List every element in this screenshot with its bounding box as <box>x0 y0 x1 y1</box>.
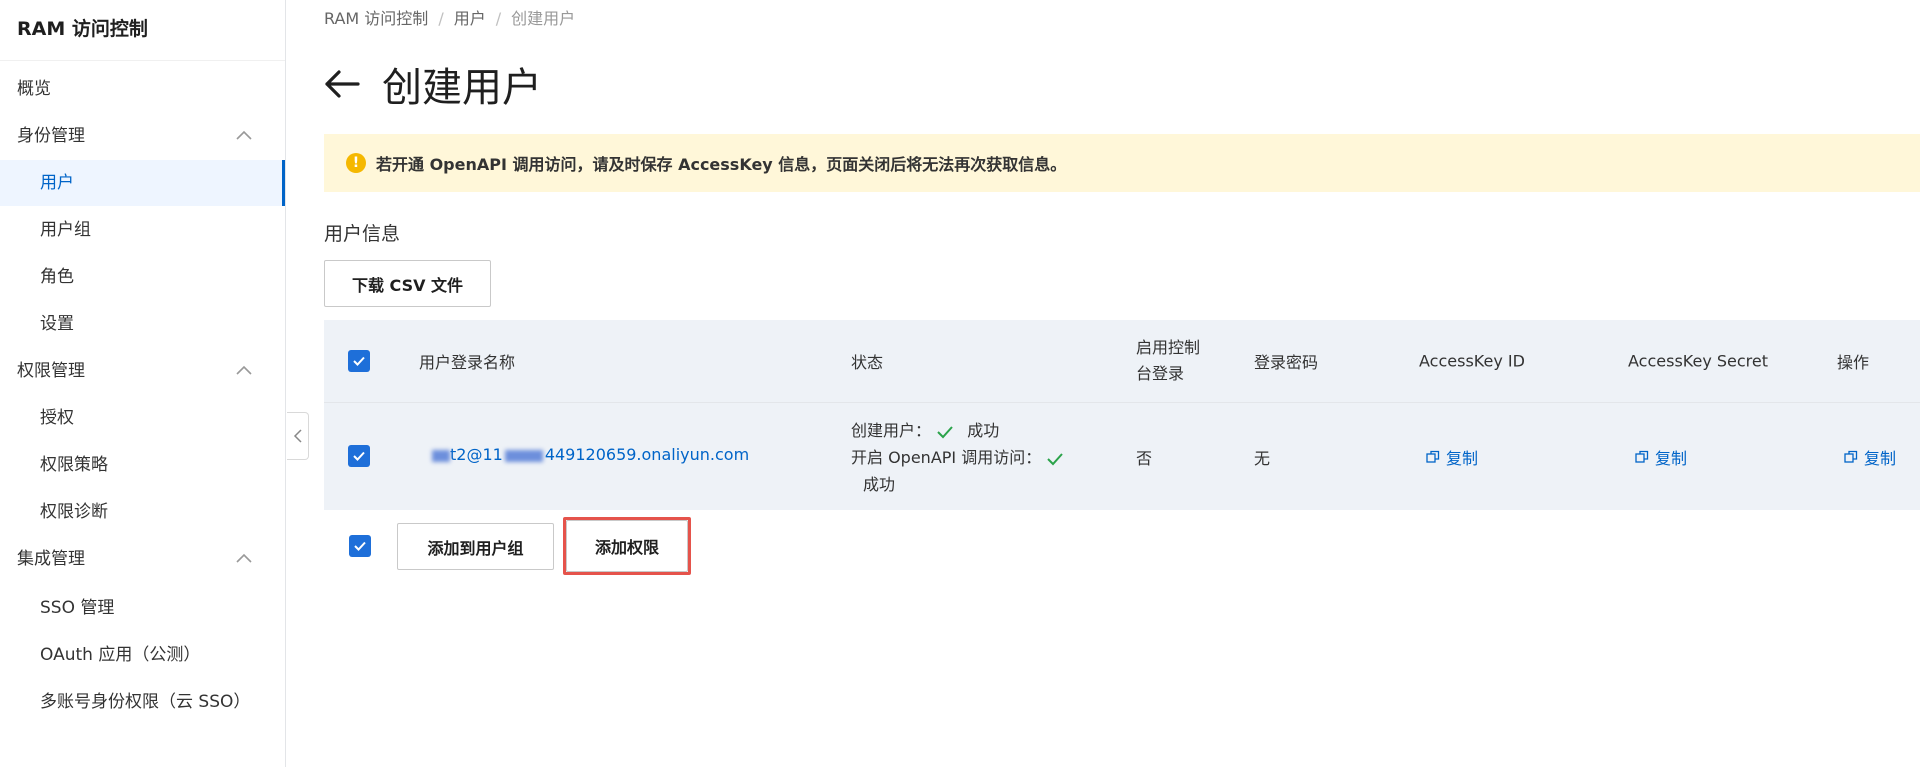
sidebar-group-permissions[interactable]: 权限管理 <box>0 348 285 394</box>
header-login-name: 用户登录名称 <box>419 353 516 372</box>
notice-banner: ! 若开通 OpenAPI 调用访问，请及时保存 AccessKey 信息，页面… <box>324 134 1920 192</box>
sidebar-item-oauth[interactable]: OAuth 应用（公测） <box>0 632 285 678</box>
row-checkbox[interactable] <box>348 445 370 467</box>
sidebar-item-label: 概览 <box>17 79 51 99</box>
sidebar-item-grants[interactable]: 授权 <box>0 395 285 441</box>
login-name-part1: t2@11 <box>450 445 503 464</box>
download-csv-button[interactable]: 下载 CSV 文件 <box>324 260 491 307</box>
status-api-result: 成功 <box>863 475 896 494</box>
sidebar-item-policies[interactable]: 权限策略 <box>0 442 285 488</box>
redacted-text <box>504 449 543 462</box>
sidebar-item-label: 角色 <box>40 267 74 287</box>
sidebar-item-label: 设置 <box>40 314 74 334</box>
copy-icon <box>1844 450 1858 463</box>
copy-icon <box>1426 450 1440 463</box>
copy-label: 复制 <box>1446 449 1479 468</box>
copy-label: 复制 <box>1864 449 1897 468</box>
breadcrumb-ram[interactable]: RAM 访问控制 <box>324 9 428 28</box>
status-create-label: 创建用户： <box>851 421 932 440</box>
sidebar-item-label: 多账号身份权限（云 SSO） <box>40 692 251 712</box>
sidebar-item-settings[interactable]: 设置 <box>0 301 285 347</box>
sidebar-item-roles[interactable]: 角色 <box>0 254 285 300</box>
add-to-group-button[interactable]: 添加到用户组 <box>397 523 554 570</box>
check-icon <box>353 356 365 366</box>
sidebar: RAM 访问控制 概览 身份管理 用户 用户组 角色 设置 权限管理 授权 权限… <box>0 0 286 767</box>
header-accesskey-secret: AccessKey Secret <box>1628 351 1769 371</box>
copy-label: 复制 <box>1655 449 1688 468</box>
sidebar-item-label: 权限诊断 <box>40 502 108 522</box>
sidebar-collapse-handle[interactable] <box>287 412 309 460</box>
sidebar-item-sso[interactable]: SSO 管理 <box>0 585 285 631</box>
copy-accesskey-secret[interactable]: 复制 <box>1635 445 1687 469</box>
sidebar-item-label: OAuth 应用（公测） <box>40 645 201 665</box>
console-login-value: 否 <box>1136 449 1153 468</box>
breadcrumb-separator: / <box>438 9 444 28</box>
redacted-text <box>432 449 450 462</box>
highlight-frame <box>563 517 691 575</box>
sidebar-item-label: 身份管理 <box>17 126 85 146</box>
breadcrumb-current: 创建用户 <box>511 9 576 28</box>
chevron-left-icon <box>293 429 302 443</box>
success-check-icon <box>1047 452 1064 465</box>
chevron-up-icon <box>236 553 252 563</box>
header-status: 状态 <box>851 353 884 372</box>
header-action: 操作 <box>1837 353 1870 372</box>
sidebar-group-integration[interactable]: 集成管理 <box>0 536 285 582</box>
chevron-up-icon <box>236 130 252 140</box>
sidebar-title: RAM 访问控制 <box>17 18 148 40</box>
sidebar-item-label: 用户 <box>40 173 74 193</box>
success-check-icon <box>937 425 953 438</box>
header-console-login: 启用控制 台登录 <box>1136 335 1200 387</box>
status-create-line: 创建用户： 成功 <box>851 417 1064 444</box>
header-password: 登录密码 <box>1254 353 1319 372</box>
status-cell: 创建用户： 成功 开启 OpenAPI 调用访问： 成功 <box>851 417 1064 498</box>
header-console-login-line1: 启用控制 <box>1136 338 1201 357</box>
sidebar-item-diagnosis[interactable]: 权限诊断 <box>0 489 285 535</box>
bulk-select-checkbox[interactable] <box>349 535 371 557</box>
sidebar-item-label: 权限策略 <box>40 455 108 475</box>
sidebar-item-label: SSO 管理 <box>40 598 115 618</box>
table-header: 用户登录名称 状态 启用控制 台登录 登录密码 AccessKey ID Acc… <box>324 320 1920 402</box>
sidebar-group-identity[interactable]: 身份管理 <box>0 113 285 159</box>
status-api-line: 开启 OpenAPI 调用访问： <box>851 444 1064 471</box>
login-name-part2: 449120659.onaliyun.com <box>544 445 750 464</box>
notice-text: 若开通 OpenAPI 调用访问，请及时保存 AccessKey 信息，页面关闭… <box>376 155 1067 174</box>
header-accesskey-id: AccessKey ID <box>1419 351 1525 371</box>
copy-icon <box>1635 450 1649 463</box>
sidebar-item-label: 集成管理 <box>17 549 85 569</box>
copy-accesskey-id[interactable]: 复制 <box>1426 445 1478 469</box>
sidebar-item-cloud-sso[interactable]: 多账号身份权限（云 SSO） <box>0 679 285 725</box>
breadcrumb: RAM 访问控制 / 用户 / 创建用户 <box>324 5 575 29</box>
select-all-checkbox[interactable] <box>348 350 370 372</box>
back-arrow-icon[interactable] <box>322 64 362 104</box>
password-value: 无 <box>1254 449 1271 468</box>
chevron-up-icon <box>236 365 252 375</box>
status-create-result: 成功 <box>967 421 1000 440</box>
sidebar-item-label: 授权 <box>40 408 74 428</box>
sidebar-item-users[interactable]: 用户 <box>0 160 285 206</box>
page-header: 创建用户 <box>322 55 542 113</box>
user-login-name[interactable]: t2@11 449120659.onaliyun.com <box>432 445 749 464</box>
breadcrumb-separator: / <box>495 9 502 28</box>
sidebar-item-label: 用户组 <box>40 220 91 240</box>
sidebar-item-user-groups[interactable]: 用户组 <box>0 207 285 253</box>
status-api-label: 开启 OpenAPI 调用访问： <box>851 448 1042 467</box>
copy-action[interactable]: 复制 <box>1844 445 1896 469</box>
users-table: 用户登录名称 状态 启用控制 台登录 登录密码 AccessKey ID Acc… <box>324 320 1920 510</box>
table-row: t2@11 449120659.onaliyun.com 创建用户： 成功 开启 … <box>324 402 1920 510</box>
sidebar-item-overview[interactable]: 概览 <box>0 66 285 112</box>
section-title: 用户信息 <box>324 223 401 245</box>
breadcrumb-users[interactable]: 用户 <box>454 9 486 28</box>
warning-icon: ! <box>346 153 366 173</box>
sidebar-divider <box>0 60 285 61</box>
sidebar-item-label: 权限管理 <box>17 361 85 381</box>
check-icon <box>353 451 365 461</box>
check-icon <box>354 541 366 551</box>
header-console-login-line2: 台登录 <box>1136 364 1185 383</box>
page-title: 创建用户 <box>382 65 542 111</box>
